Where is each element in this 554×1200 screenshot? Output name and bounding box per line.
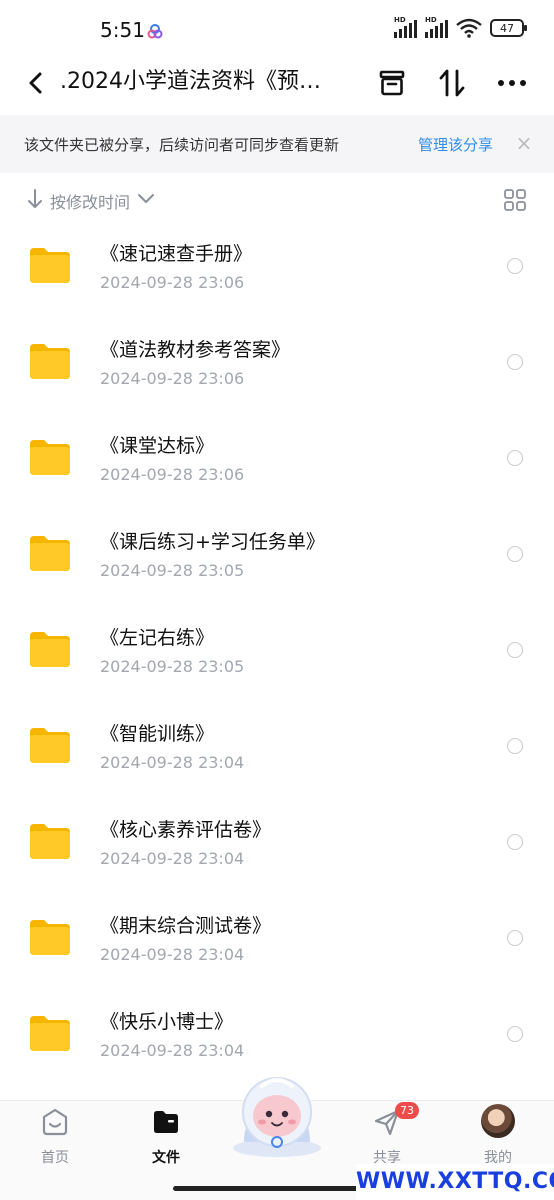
list-item[interactable]: 《速记速查手册》 2024-09-28 23:06 (0, 220, 554, 316)
file-modified-date: 2024-09-28 23:06 (100, 273, 245, 292)
chevron-down-icon[interactable] (137, 192, 155, 206)
nav-files-label: 文件 (152, 1150, 180, 1166)
file-name: 《核心素养评估卷》 (100, 819, 272, 841)
sort-by-modified-time[interactable]: 按修改时间 (50, 189, 130, 213)
sort-toggle-icon (439, 69, 465, 97)
file-name: 《智能训练》 (100, 723, 215, 745)
select-checkbox[interactable] (507, 450, 523, 466)
file-name: 《课后练习+学习任务单》 (100, 531, 325, 553)
back-icon (29, 72, 42, 94)
folder-icon (30, 824, 70, 859)
select-checkbox[interactable] (507, 354, 523, 370)
select-checkbox[interactable] (507, 642, 523, 658)
list-item[interactable]: 《道法教材参考答案》 2024-09-28 23:06 (0, 316, 554, 412)
share-notice-banner: 该文件夹已被分享，后续访问者可同步查看更新 管理该分享 × (0, 115, 554, 173)
nav-home-label: 首页 (41, 1150, 69, 1166)
grid-view-icon[interactable] (503, 188, 527, 212)
select-checkbox[interactable] (507, 738, 523, 754)
home-icon (42, 1108, 68, 1136)
nav-files[interactable]: 文件 (126, 1107, 206, 1171)
list-item[interactable]: 《课堂达标》 2024-09-28 23:06 (0, 412, 554, 508)
select-checkbox[interactable] (507, 930, 523, 946)
page-title: .2024小学道法资料《预… (60, 69, 321, 94)
file-modified-date: 2024-09-28 23:04 (100, 753, 245, 772)
sort-bar: 按修改时间 (0, 185, 554, 215)
archive-icon (379, 70, 405, 96)
back-button[interactable] (20, 68, 50, 98)
folder-icon (30, 1016, 70, 1051)
list-item[interactable]: 《智能训练》 2024-09-28 23:04 (0, 700, 554, 796)
list-item[interactable]: 《课后练习+学习任务单》 2024-09-28 23:05 (0, 508, 554, 604)
folder-icon (30, 632, 70, 667)
file-modified-date: 2024-09-28 23:06 (100, 369, 245, 388)
folder-icon (30, 344, 70, 379)
share-notice-text: 该文件夹已被分享，后续访问者可同步查看更新 (24, 136, 340, 154)
status-time: 5:51 (100, 18, 145, 42)
status-indicators: HD HD 47 (394, 16, 527, 38)
file-name: 《课堂达标》 (100, 435, 215, 457)
status-bar: 5:51 HD HD 47 (0, 0, 554, 60)
signal-icon: HD (394, 16, 417, 38)
header: .2024小学道法资料《预… (0, 60, 554, 116)
file-modified-date: 2024-09-28 23:04 (100, 849, 245, 868)
mascot-assistant-button[interactable] (224, 1072, 330, 1158)
list-item[interactable]: 《期末综合测试卷》 2024-09-28 23:04 (0, 892, 554, 988)
wifi-icon (456, 18, 482, 38)
file-modified-date: 2024-09-28 23:04 (100, 945, 245, 964)
folder-icon (30, 440, 70, 475)
select-checkbox[interactable] (507, 834, 523, 850)
file-modified-date: 2024-09-28 23:04 (100, 1041, 245, 1060)
file-modified-date: 2024-09-28 23:05 (100, 657, 245, 676)
battery-icon: 47 (490, 19, 527, 37)
select-checkbox[interactable] (507, 258, 523, 274)
file-name: 《道法教材参考答案》 (100, 339, 291, 361)
file-list: 《速记速查手册》 2024-09-28 23:06 《道法教材参考答案》 2024-0… (0, 220, 554, 1084)
manage-share-link[interactable]: 管理该分享 (418, 134, 493, 155)
folder-icon (154, 1111, 178, 1133)
select-checkbox[interactable] (507, 1026, 523, 1042)
sort-toggle-button[interactable] (435, 66, 469, 100)
screen: 5:51 HD HD 47 .2024小学道法资料《预… 该文件夹已被分享，后续… (0, 0, 554, 1200)
watermark-text: WWW.XXTTQ.COM (356, 1164, 554, 1200)
folder-icon (30, 920, 70, 955)
file-name: 《速记速查手册》 (100, 243, 253, 265)
file-name: 《快乐小博士》 (100, 1011, 234, 1033)
signal-icon: HD (425, 16, 448, 38)
sort-direction-icon[interactable] (26, 188, 44, 210)
file-modified-date: 2024-09-28 23:06 (100, 465, 245, 484)
folder-icon (30, 536, 70, 571)
home-indicator[interactable] (173, 1186, 381, 1191)
file-modified-date: 2024-09-28 23:05 (100, 561, 245, 580)
folder-icon (30, 248, 70, 283)
list-item[interactable]: 《左记右练》 2024-09-28 23:05 (0, 604, 554, 700)
file-name: 《左记右练》 (100, 627, 215, 649)
app-notification-icon (147, 24, 163, 39)
archive-button[interactable] (375, 66, 409, 100)
folder-icon (30, 728, 70, 763)
more-icon (498, 80, 526, 86)
close-notice-button[interactable]: × (514, 131, 534, 155)
nav-home[interactable]: 首页 (15, 1107, 95, 1171)
avatar[interactable] (481, 1104, 515, 1138)
more-button[interactable] (495, 66, 529, 100)
share-count-badge: 73 (395, 1102, 419, 1119)
select-checkbox[interactable] (507, 546, 523, 562)
file-name: 《期末综合测试卷》 (100, 915, 272, 937)
list-item[interactable]: 《核心素养评估卷》 2024-09-28 23:04 (0, 796, 554, 892)
list-item[interactable]: 《快乐小博士》 2024-09-28 23:04 (0, 988, 554, 1084)
